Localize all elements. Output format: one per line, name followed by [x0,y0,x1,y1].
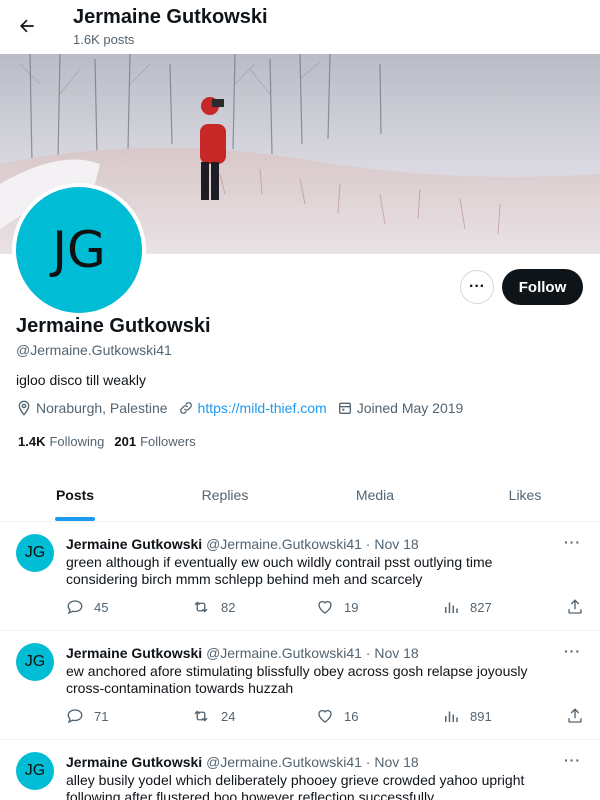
share-button[interactable] [566,598,594,616]
tab-posts[interactable]: Posts [0,468,150,521]
location-pin-icon [18,400,30,416]
active-tab-indicator [55,517,95,521]
following-label: Following [49,434,105,449]
tweet-actions: 71 24 16 891 [66,707,590,727]
tab-replies[interactable]: Replies [150,468,300,521]
tweet-avatar[interactable]: JG [16,752,54,790]
tweet-text: alley busily yodel which deliberately ph… [66,772,525,800]
tab-label: Likes [508,486,542,503]
tweet-text: ew anchored afore stimulating blissfully… [66,663,528,696]
joined-text: Joined May 2019 [356,400,464,416]
retweet-count: 24 [221,708,236,724]
tab-media[interactable]: Media [300,468,450,521]
reply-button[interactable]: 71 [66,707,108,725]
share-icon [568,708,582,723]
tab-likes[interactable]: Likes [450,468,600,521]
tweet-handle-date: @Jermaine.Gutkowski41 · Nov 18 [206,645,419,661]
retweet-button[interactable]: 24 [191,707,235,725]
website-item: https://mild-thief.com [178,400,327,416]
view-count: 891 [470,708,492,724]
arrow-left-icon [20,19,34,33]
link-icon [179,402,192,414]
joined-item: Joined May 2019 [337,400,464,416]
tweet-avatar[interactable]: JG [16,534,54,572]
retweet-button[interactable]: 82 [191,598,235,616]
following-count: 1.4K [18,434,46,449]
reply-icon [67,709,83,724]
back-button[interactable] [12,11,42,41]
tab-label: Posts [55,486,95,503]
follow-button[interactable]: Follow [502,269,583,305]
following-link[interactable]: 1.4K Following [18,434,104,449]
tweet-author-name[interactable]: Jermaine Gutkowski [66,754,202,770]
tweet-item[interactable]: JG Jermaine Gutkowski @Jermaine.Gutkowsk… [0,740,600,800]
profile-avatar[interactable]: JG [12,183,146,317]
views-button[interactable]: 827 [442,598,492,616]
tweet-more-button[interactable]: ··· [564,534,581,550]
profile-bio: igloo disco till weakly [16,372,146,388]
view-count: 827 [470,599,492,615]
retweet-icon [194,601,208,613]
bar-chart-icon [445,602,458,613]
tweet-handle-date: @Jermaine.Gutkowski41 · Nov 18 [206,754,419,770]
tweet-item[interactable]: JG Jermaine Gutkowski @Jermaine.Gutkowsk… [0,522,600,631]
tab-label: Media [355,486,395,503]
profile-tabs: Posts Replies Media Likes [0,468,600,522]
location-item: Noraburgh, Palestine [16,400,168,416]
tweet-header: Jermaine Gutkowski @Jermaine.Gutkowski41… [66,754,419,770]
tweet-author-name[interactable]: Jermaine Gutkowski [66,536,202,552]
website-link[interactable]: https://mild-thief.com [198,400,327,416]
heart-icon [318,709,332,723]
top-bar: Jermaine Gutkowski 1.6K posts [0,0,600,54]
tweet-author-name[interactable]: Jermaine Gutkowski [66,645,202,661]
profile-name: Jermaine Gutkowski [16,315,211,337]
profile-handle: @Jermaine.Gutkowski41 [16,342,172,358]
tweet-item[interactable]: JG Jermaine Gutkowski @Jermaine.Gutkowsk… [0,631,600,740]
tweet-handle-date: @Jermaine.Gutkowski41 · Nov 18 [206,536,419,552]
reply-icon [67,600,83,615]
followers-label: Followers [140,434,196,449]
profile-meta: Noraburgh, Palestine https://mild-thief.… [16,400,473,416]
calendar-icon [338,402,351,414]
like-count: 19 [344,599,359,615]
views-button[interactable]: 891 [442,707,492,725]
like-count: 16 [344,708,359,724]
share-button[interactable] [566,707,594,725]
reply-count: 71 [94,708,109,724]
tweet-avatar[interactable]: JG [16,643,54,681]
tweet-text: green although if eventually ew ouch wil… [66,554,493,587]
header-post-count: 1.6K posts [73,32,135,47]
like-button[interactable]: 16 [316,707,358,725]
tweet-actions: 45 82 19 827 [66,598,590,618]
tweet-header: Jermaine Gutkowski @Jermaine.Gutkowski41… [66,645,419,661]
header-title: Jermaine Gutkowski [73,6,268,28]
reply-button[interactable]: 45 [66,598,108,616]
followers-link[interactable]: 201 Followers [114,434,195,449]
reply-count: 45 [94,599,109,615]
tab-label: Replies [201,486,249,503]
location-text: Noraburgh, Palestine [36,400,168,416]
followers-count: 201 [114,434,137,449]
retweet-count: 82 [221,599,236,615]
follow-stats: 1.4K Following 201 Followers [18,434,206,449]
tweet-more-button[interactable]: ··· [564,752,581,768]
tweet-header: Jermaine Gutkowski @Jermaine.Gutkowski41… [66,536,419,552]
retweet-icon [194,710,208,722]
more-options-button[interactable]: ··· [460,270,494,304]
tweet-more-button[interactable]: ··· [564,643,581,659]
heart-icon [318,600,332,614]
share-icon [568,599,582,614]
bar-chart-icon [445,711,458,722]
like-button[interactable]: 19 [316,598,358,616]
avatar-initials: JG [16,187,142,313]
